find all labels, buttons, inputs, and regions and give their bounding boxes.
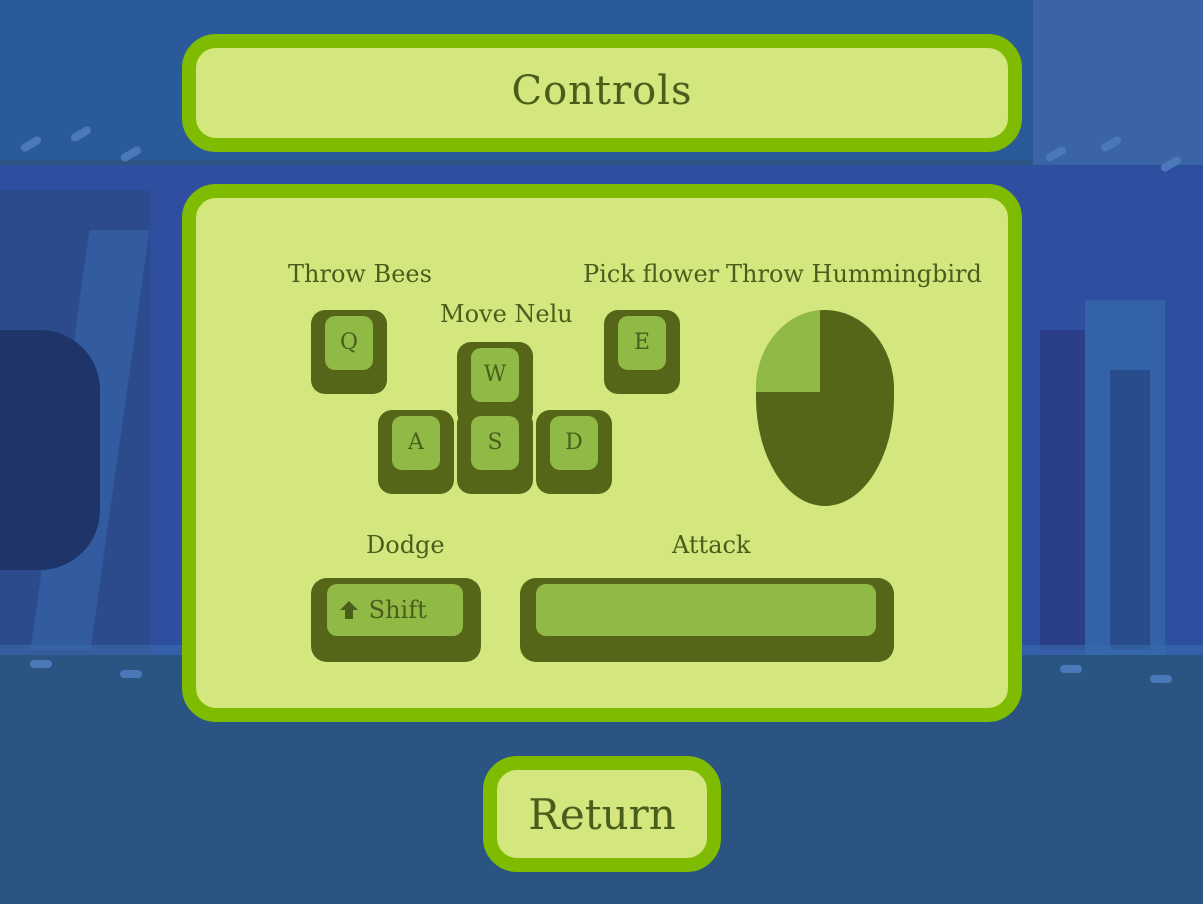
return-button[interactable]: Return <box>483 756 721 872</box>
key-e: E <box>604 310 680 394</box>
key-s-label: S <box>471 416 519 470</box>
key-d: D <box>536 410 612 494</box>
key-space <box>520 578 894 662</box>
key-shift-label: Shift <box>368 596 427 624</box>
return-button-label: Return <box>528 790 676 839</box>
attack-label: Attack <box>672 531 751 559</box>
move-label: Move Nelu <box>440 300 573 328</box>
shift-arrow-icon <box>340 600 358 619</box>
title-panel: Controls <box>182 34 1022 152</box>
page-title: Controls <box>511 68 693 114</box>
pick-flower-label: Pick flower <box>583 260 720 288</box>
key-q-label: Q <box>325 316 373 370</box>
key-a-label: A <box>392 416 440 470</box>
key-e-label: E <box>618 316 666 370</box>
key-space-label <box>536 584 876 636</box>
key-s: S <box>457 410 533 494</box>
key-q: Q <box>311 310 387 394</box>
throw-hummingbird-label: Throw Hummingbird <box>726 260 982 288</box>
key-w-label: W <box>471 348 519 402</box>
key-a: A <box>378 410 454 494</box>
dodge-label: Dodge <box>366 531 445 559</box>
key-d-label: D <box>550 416 598 470</box>
throw-bees-label: Throw Bees <box>288 260 432 288</box>
key-shift: Shift <box>311 578 481 662</box>
